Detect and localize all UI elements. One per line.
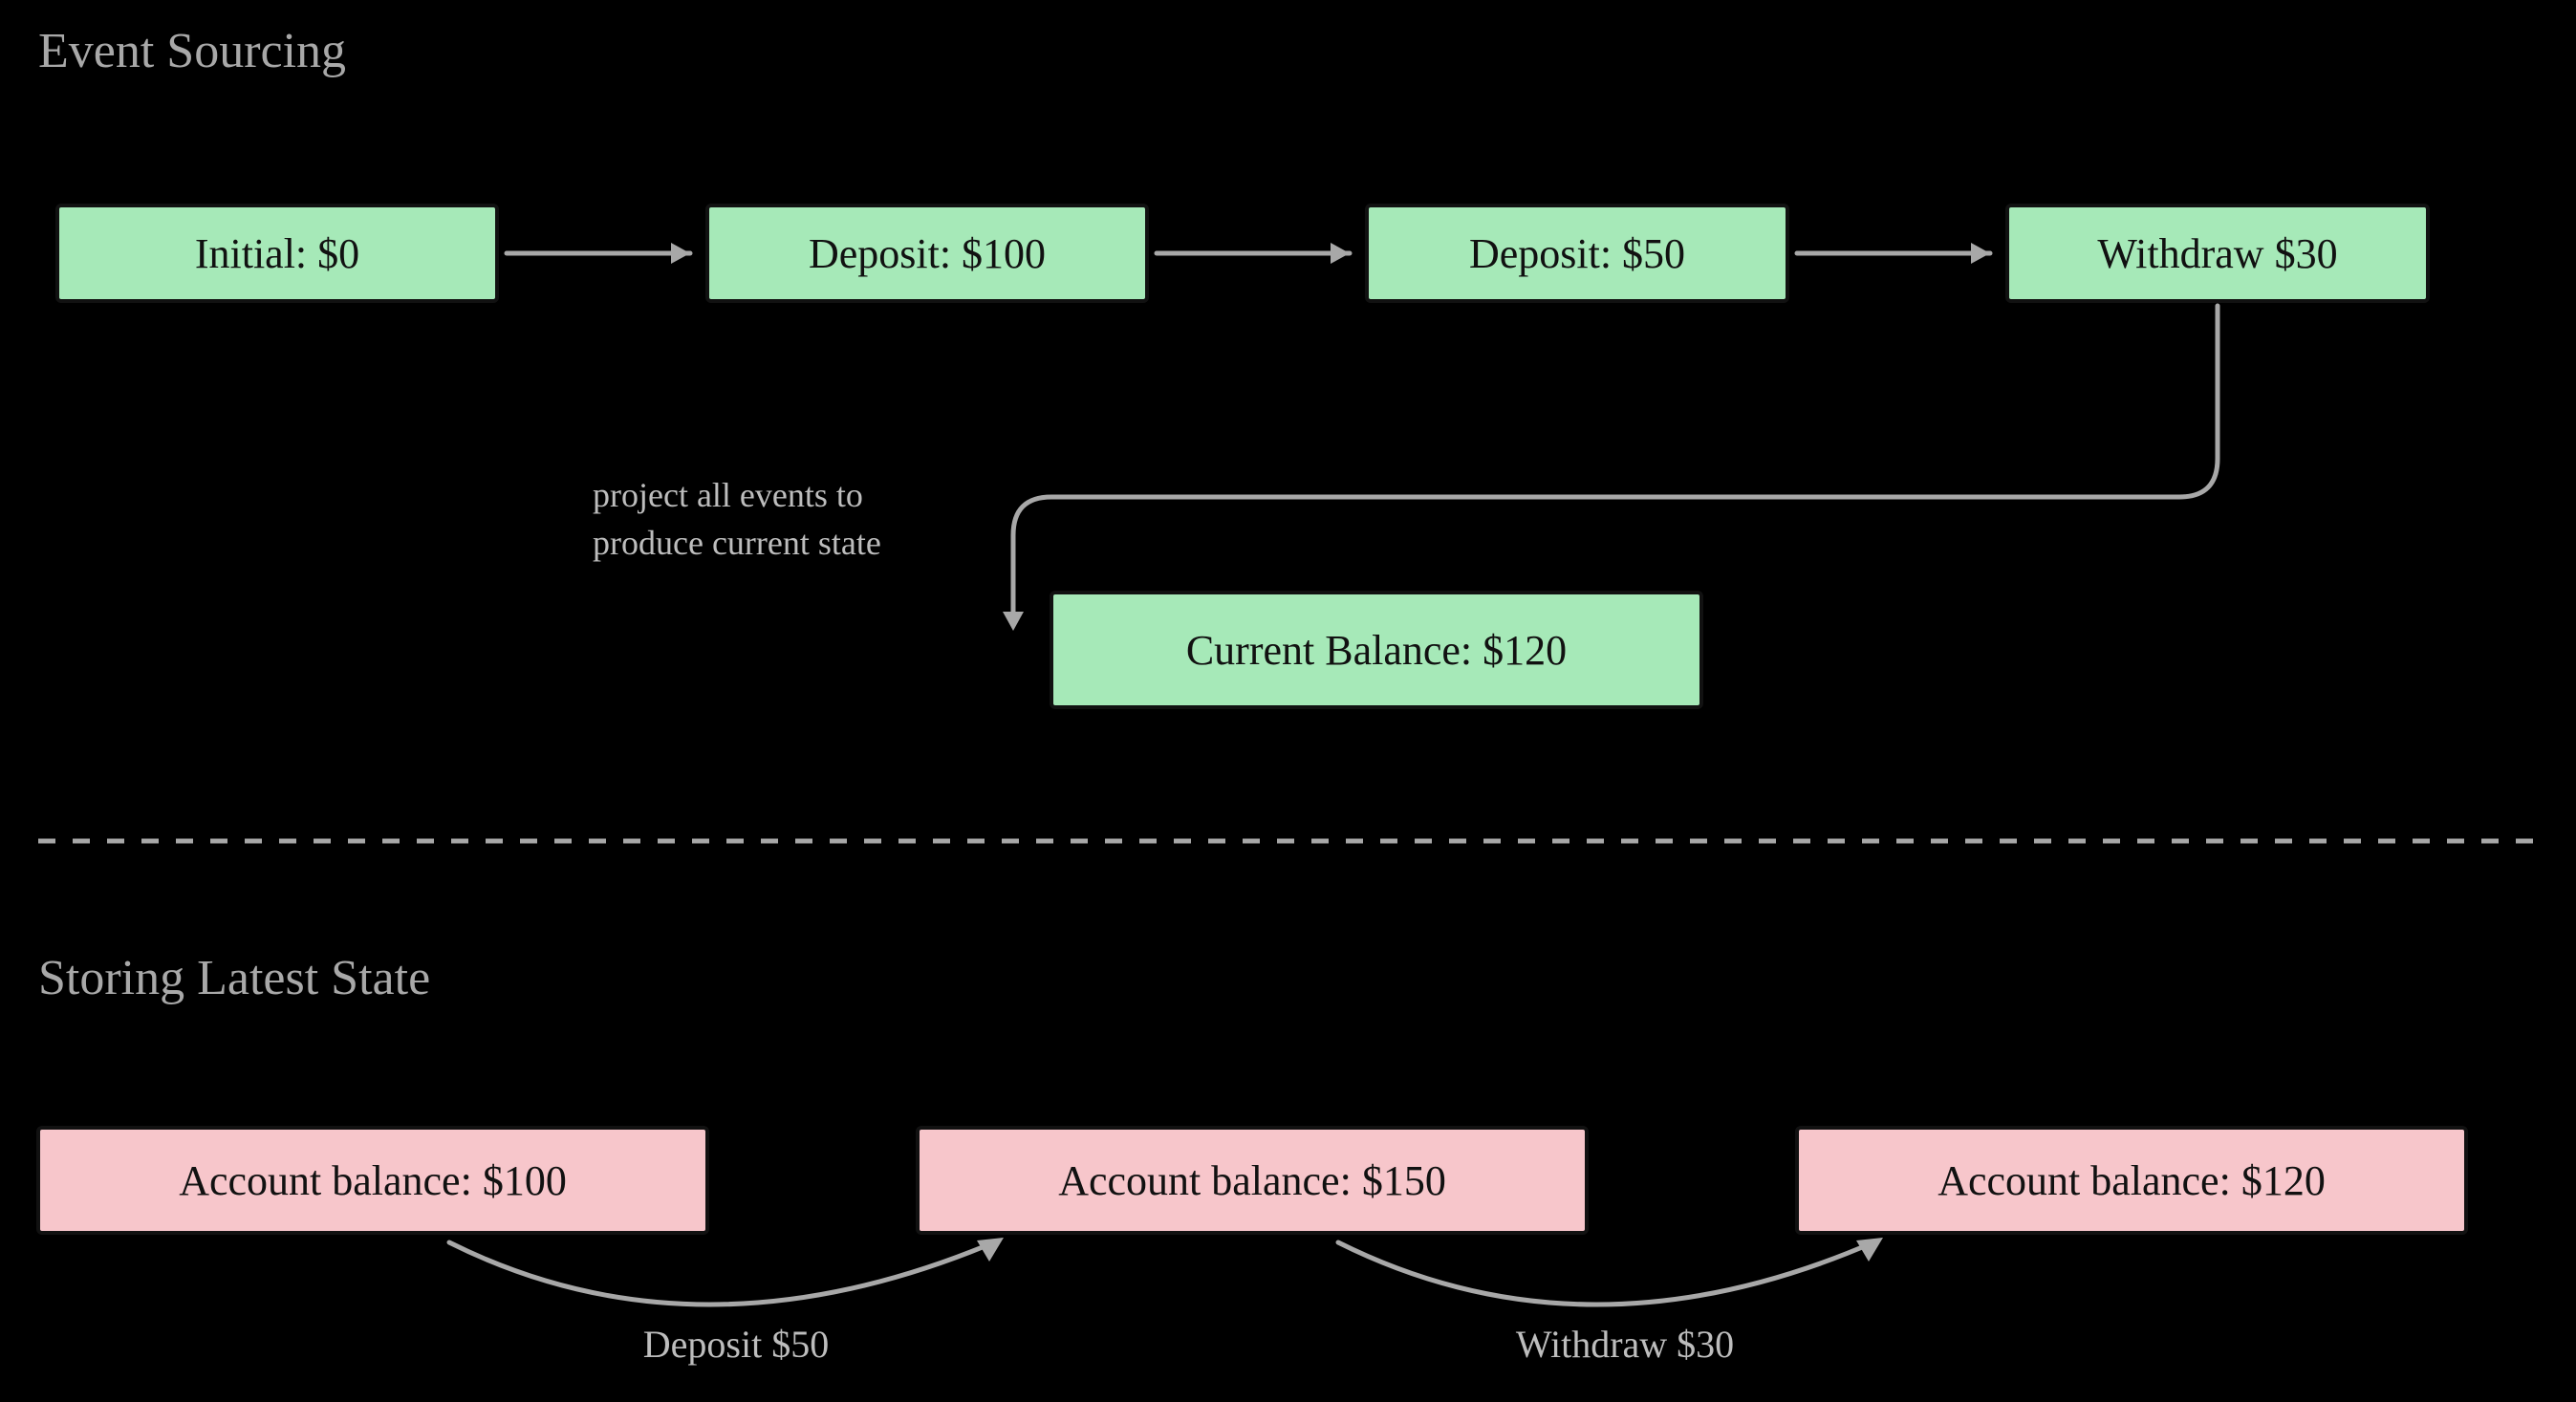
transition-label-1: Deposit $50 <box>643 1323 829 1366</box>
event-label: Withdraw $30 <box>2097 230 2337 277</box>
event-box-initial: Initial: $0 <box>57 205 497 301</box>
arrow-e2-e3 <box>1157 243 1350 264</box>
event-label: Deposit: $50 <box>1469 230 1685 277</box>
arrow-e3-e4 <box>1797 243 1990 264</box>
event-label: Deposit: $100 <box>809 230 1046 277</box>
state-label: Account balance: $120 <box>1937 1157 2326 1204</box>
state-box-3: Account balance: $120 <box>1797 1128 2466 1233</box>
state-label: Account balance: $150 <box>1058 1157 1446 1204</box>
projection-note-line1: project all events to <box>593 476 863 514</box>
event-box-withdraw-30: Withdraw $30 <box>2007 205 2428 301</box>
event-label: Initial: $0 <box>195 230 359 277</box>
event-box-deposit-100: Deposit: $100 <box>707 205 1147 301</box>
storing-state-title: Storing Latest State <box>38 951 430 1005</box>
event-sourcing-title: Event Sourcing <box>38 24 346 78</box>
state-box-2: Account balance: $150 <box>918 1128 1587 1233</box>
projection-note-line2: produce current state <box>593 524 881 562</box>
transition-label-2: Withdraw $30 <box>1516 1323 1734 1366</box>
result-box: Current Balance: $120 <box>1051 593 1701 707</box>
arrow-projection <box>1003 306 2218 631</box>
event-box-deposit-50: Deposit: $50 <box>1367 205 1787 301</box>
arrow-s1-s2 <box>449 1238 1004 1305</box>
arrow-e1-e2 <box>507 243 690 264</box>
result-label: Current Balance: $120 <box>1186 627 1567 674</box>
arrow-s2-s3 <box>1338 1238 1883 1305</box>
state-label: Account balance: $100 <box>179 1157 567 1204</box>
diagram-canvas: Event Sourcing Initial: $0 Deposit: $100… <box>0 0 2576 1402</box>
state-box-1: Account balance: $100 <box>38 1128 707 1233</box>
